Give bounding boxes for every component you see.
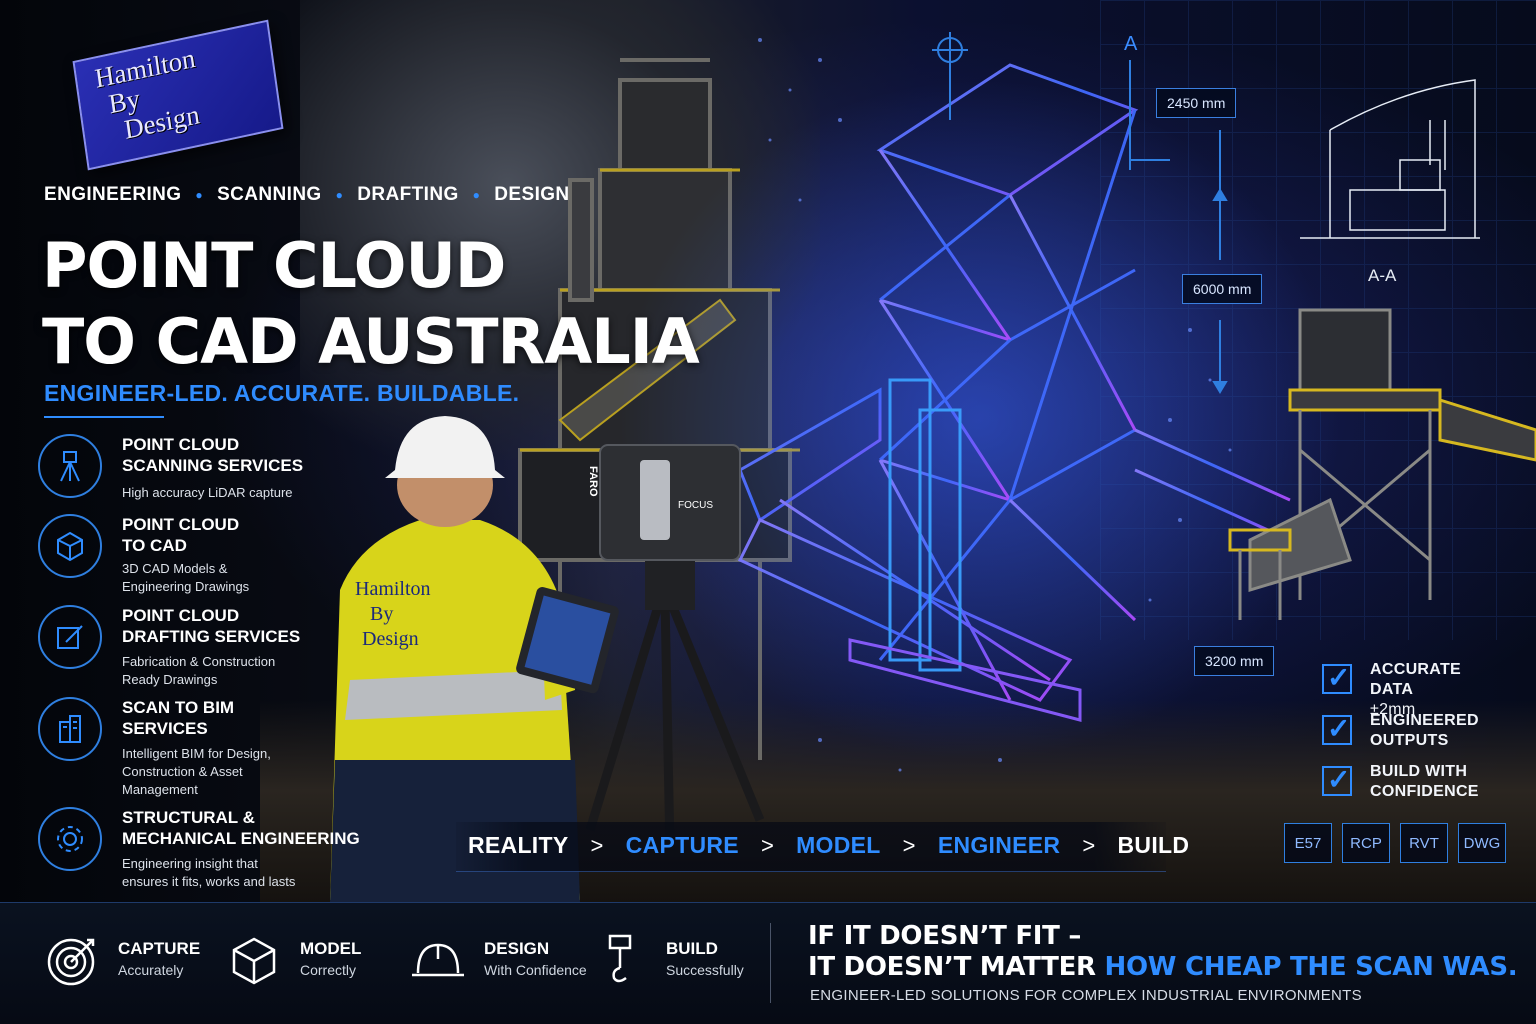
service-description: High accuracy LiDAR capture bbox=[122, 485, 293, 500]
checkmark-icon: ✓ bbox=[1322, 662, 1352, 694]
flow-model: MODEL bbox=[796, 832, 881, 858]
service-scanning: SCANNING bbox=[217, 184, 322, 205]
building-icon bbox=[38, 697, 102, 761]
service-title: POINT CLOUD TO CAD bbox=[122, 515, 240, 555]
quote-line-2-highlight: HOW CHEAP THE SCAN WAS. bbox=[1104, 952, 1518, 982]
quote-line-1: IF IT DOESN’T FIT – bbox=[808, 921, 1082, 951]
flow-engineer: ENGINEER bbox=[937, 832, 1061, 858]
checklist-sub: CONFIDENCE bbox=[1370, 783, 1479, 800]
service-title: POINT CLOUD DRAFTING SERVICES bbox=[122, 606, 301, 646]
service-drafting: DRAFTING bbox=[357, 184, 459, 205]
tagline: ENGINEER-LED. ACCURATE. BUILDABLE. bbox=[44, 380, 520, 406]
step-title: MODEL bbox=[300, 939, 362, 958]
service-engineering: ENGINEERING bbox=[44, 184, 182, 205]
step-title: DESIGN bbox=[484, 939, 550, 958]
step-sub: With Confidence bbox=[484, 962, 587, 978]
scanner-brand-text: FARO bbox=[587, 466, 599, 497]
checklist-sub: OUTPUTS bbox=[1370, 732, 1449, 749]
dimension-height: 6000 mm bbox=[1182, 274, 1263, 304]
checkmark-icon: ✓ bbox=[1322, 764, 1352, 796]
footer-subtitle: ENGINEER-LED SOLUTIONS FOR COMPLEX INDUS… bbox=[810, 987, 1362, 1004]
flow-build: BUILD bbox=[1117, 832, 1190, 858]
flow-capture: CAPTURE bbox=[625, 832, 739, 858]
step-title: BUILD bbox=[666, 939, 718, 958]
service-design: DESIGN bbox=[494, 184, 570, 205]
vest-logo-line-2: By bbox=[370, 603, 393, 625]
format-dwg[interactable]: DWG bbox=[1458, 823, 1506, 863]
service-title: SCAN TO BIM SERVICES bbox=[122, 698, 235, 738]
section-marker: A bbox=[1124, 33, 1138, 55]
checkmark-icon: ✓ bbox=[1322, 713, 1352, 745]
tagline-underline bbox=[44, 416, 164, 418]
step-sub: Accurately bbox=[118, 962, 184, 978]
section-a-a-drawing bbox=[1300, 79, 1480, 239]
chevron-right-icon: > bbox=[902, 832, 916, 858]
hero-section: FARO FOCUS Hamilton By Design Hamilton B… bbox=[0, 0, 1536, 902]
services-navigation: ENGINEERING ● SCANNING ● DRAFTING ● DESI… bbox=[44, 184, 570, 206]
service-title: STRUCTURAL & MECHANICAL ENGINEERING bbox=[122, 808, 360, 848]
step-sub: Successfully bbox=[666, 962, 744, 978]
chevron-right-icon: > bbox=[760, 832, 775, 858]
checklist-title: BUILD WITH bbox=[1370, 763, 1468, 780]
footer-divider bbox=[770, 923, 771, 1003]
chevron-right-icon: > bbox=[590, 832, 604, 858]
workflow-steps: REALITY > CAPTURE > MODEL > ENGINEER > B… bbox=[468, 832, 1189, 859]
dimension-depth: 3200 mm bbox=[1194, 646, 1275, 676]
cube-icon bbox=[226, 933, 282, 989]
title-line-1: POINT CLOUD bbox=[42, 229, 506, 302]
cube-icon bbox=[38, 514, 102, 578]
separator-dot: ● bbox=[195, 188, 204, 202]
service-item-engineering[interactable]: STRUCTURAL & MECHANICAL ENGINEERING Engi… bbox=[38, 807, 368, 889]
step-sub: Correctly bbox=[300, 962, 357, 978]
format-e57[interactable]: E57 bbox=[1284, 823, 1332, 863]
quote-line-2: IT DOESN’T MATTER bbox=[808, 952, 1105, 982]
flow-reality: REALITY bbox=[468, 832, 569, 858]
dimension-width: 2450 mm bbox=[1156, 88, 1237, 118]
service-description: 3D CAD Models & Engineering Drawings bbox=[122, 561, 250, 594]
service-description: Fabrication & Construction Ready Drawing… bbox=[122, 654, 276, 687]
gear-icon bbox=[38, 807, 102, 871]
chevron-right-icon: > bbox=[1082, 832, 1096, 858]
title-line-2: TO CAD AUSTRALIA bbox=[42, 305, 700, 378]
crane-hook-icon bbox=[592, 933, 648, 989]
footer-quote: IF IT DOESN’T FIT – IT DOESN’T MATTER HO… bbox=[808, 921, 1518, 983]
format-rvt[interactable]: RVT bbox=[1400, 823, 1448, 863]
tripod-scanner-icon bbox=[38, 434, 102, 498]
checklist-title: ENGINEERED bbox=[1370, 712, 1479, 729]
service-item-bim[interactable]: SCAN TO BIM SERVICES Intelligent BIM for… bbox=[38, 697, 368, 797]
service-description: Engineering insight that ensures it fits… bbox=[122, 856, 296, 889]
service-description: Intelligent BIM for Design, Construction… bbox=[122, 746, 271, 797]
step-title: CAPTURE bbox=[118, 939, 201, 958]
format-rcp[interactable]: RCP bbox=[1342, 823, 1390, 863]
separator-dot: ● bbox=[472, 188, 481, 202]
scanner-model-text: FOCUS bbox=[678, 500, 713, 511]
page-title: POINT CLOUD TO CAD AUSTRALIA bbox=[42, 228, 700, 380]
checklist-title: ACCURATE DATA bbox=[1370, 661, 1461, 698]
service-item-scanning[interactable]: POINT CLOUD SCANNING SERVICES High accur… bbox=[38, 434, 368, 514]
service-item-drafting[interactable]: POINT CLOUD DRAFTING SERVICES Fabricatio… bbox=[38, 605, 368, 687]
footer: CAPTURE Accurately MODEL Correctly DESIG… bbox=[0, 902, 1536, 1024]
pencil-square-icon bbox=[38, 605, 102, 669]
service-title: POINT CLOUD SCANNING SERVICES bbox=[122, 435, 304, 475]
file-formats: E57 RCP RVT DWG bbox=[1284, 823, 1506, 863]
target-icon bbox=[44, 933, 100, 989]
service-item-to-cad[interactable]: POINT CLOUD TO CAD 3D CAD Models & Engin… bbox=[38, 514, 368, 594]
separator-dot: ● bbox=[335, 188, 344, 202]
vest-logo-line-3: Design bbox=[362, 628, 419, 650]
section-label: A-A bbox=[1368, 266, 1397, 285]
hard-hat-icon bbox=[410, 933, 466, 989]
